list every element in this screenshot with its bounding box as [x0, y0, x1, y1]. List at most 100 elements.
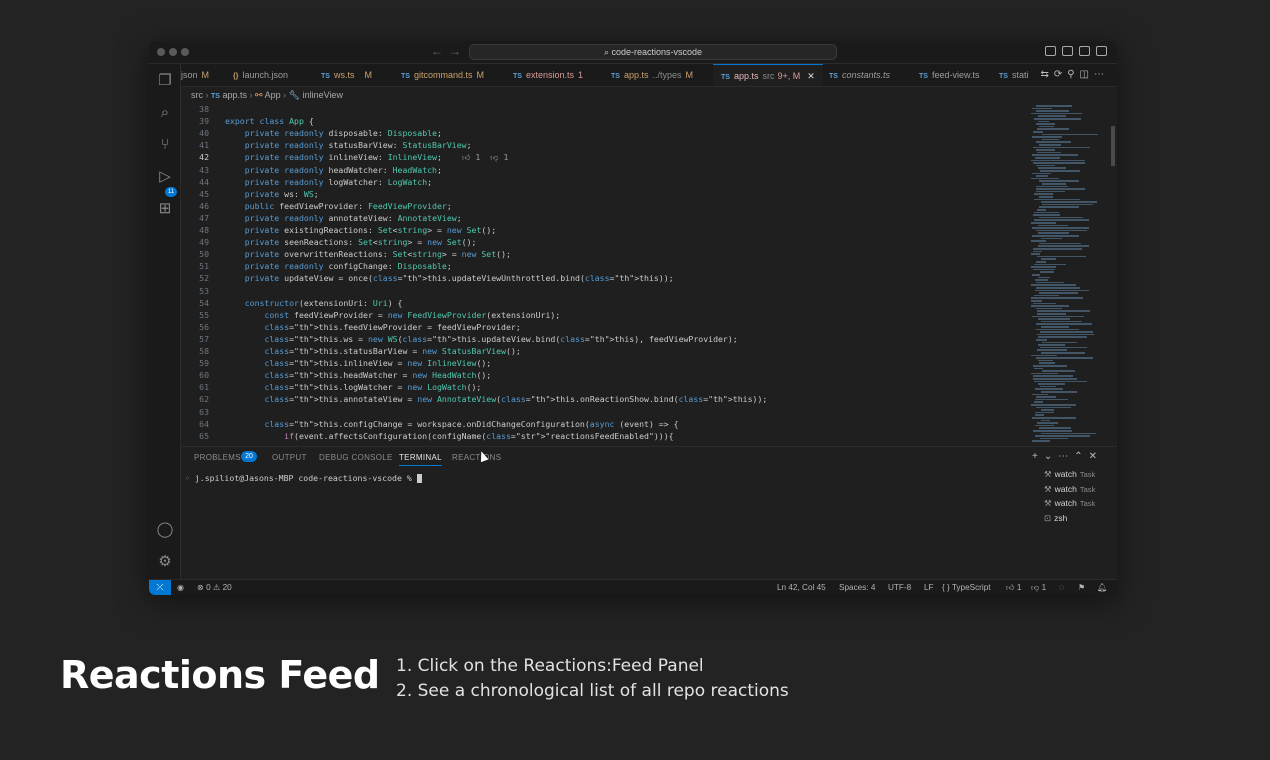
toggle-panel-icon[interactable] — [1062, 46, 1073, 56]
tools-icon: ⚒ — [1044, 483, 1052, 494]
tab-stat[interactable]: TS stati — [999, 64, 1028, 86]
indentation[interactable]: Spaces: 4 — [839, 580, 875, 595]
gear-icon[interactable]: ⚙ — [156, 553, 174, 571]
problems-status[interactable]: ⊗ 0 ⚠ 20 — [197, 580, 232, 595]
tab-output[interactable]: OUTPUT — [272, 453, 307, 462]
tab-app-src[interactable]: TS app.ts src 9+, M ✕ — [713, 64, 823, 86]
close-panel-icon[interactable]: ✕ — [1089, 451, 1103, 462]
breadcrumb-file[interactable]: app.ts — [222, 90, 247, 100]
feedback-icon[interactable]: ⚑ — [1078, 580, 1085, 595]
tab-feed-view[interactable]: TS feed-view.ts — [919, 64, 979, 86]
copilot-icon[interactable]: ◌ — [1059, 580, 1064, 595]
tab-extension[interactable]: TS extension.ts 1 — [513, 64, 583, 86]
minimap[interactable] — [1029, 103, 1111, 446]
extensions-icon[interactable]: ⊞ — [156, 200, 174, 218]
code-text: private updateView = once(class="th">thi… — [244, 273, 674, 284]
account-icon[interactable]: ◯ — [156, 521, 174, 539]
new-terminal-icon[interactable]: + — [1032, 451, 1044, 462]
code-text: const feedViewProvider = new FeedViewPro… — [264, 309, 561, 320]
terminal-item[interactable]: ⚒ watch Task — [1044, 484, 1117, 499]
breadcrumb-src[interactable]: src — [191, 90, 203, 100]
editor-tabs: json M {} launch.json TS ws.ts M TS gitcomman… — [181, 64, 1117, 87]
minimap-line — [1033, 250, 1042, 253]
code-text: class="th">this.annotateView = new Annot… — [264, 394, 768, 405]
run-debug-icon[interactable]: ▷ — [156, 168, 174, 186]
terminal-cursor — [416, 474, 422, 483]
minimize-window-button[interactable] — [169, 48, 177, 56]
terminal-item[interactable]: ⚒ watch Task — [1044, 498, 1117, 513]
minimap-line — [1039, 216, 1083, 219]
minimap-line — [1040, 346, 1087, 349]
minimap-line — [1035, 414, 1044, 416]
tab-problems[interactable]: PROBLEMS — [194, 453, 241, 462]
minimap-line — [1038, 224, 1068, 227]
toggle-sidebar-icon[interactable] — [1045, 46, 1056, 56]
language-mode[interactable]: { } TypeScript — [942, 580, 991, 595]
chevron-down-icon[interactable]: ⌄ — [1044, 451, 1058, 462]
end-of-line[interactable]: LF — [924, 580, 934, 595]
bell-icon[interactable]: 🔔︎ — [1097, 580, 1107, 595]
tab-launch[interactable]: {} launch.json — [233, 64, 288, 86]
minimap-line — [1034, 263, 1066, 266]
search-icon[interactable]: ⌕ — [156, 104, 174, 122]
code-text: class="th">this.headWatcher = new HeadWa… — [264, 370, 492, 381]
explorer-icon[interactable]: ❐ — [156, 72, 174, 90]
preview-icon[interactable]: ⚲ — [1067, 69, 1079, 80]
minimap-line — [1031, 297, 1083, 299]
tab-reactions[interactable]: REACTIONS — [452, 453, 501, 462]
remote-icon[interactable]: ⤫ — [149, 580, 171, 595]
more-icon[interactable]: ⋯ — [1058, 451, 1074, 462]
minimap-line — [1039, 427, 1071, 429]
minimap-line — [1036, 175, 1048, 177]
minimap-line — [1037, 209, 1046, 211]
minimap-line — [1042, 133, 1098, 136]
class-icon: ⚯ — [255, 90, 263, 100]
tab-terminal[interactable]: TERMINAL — [399, 453, 442, 466]
property-icon: 🔧︎ — [288, 90, 301, 100]
minimap-line — [1035, 435, 1090, 437]
toggle-secondary-sidebar-icon[interactable] — [1079, 46, 1090, 56]
compare-icon[interactable]: ⇆ — [1040, 69, 1053, 80]
tab-gitcommand[interactable]: TS gitcommand.ts M — [401, 64, 484, 86]
eye-icon[interactable]: ◉ — [177, 580, 184, 595]
code-editor[interactable]: 38 39 export class App {40 private readonl… — [181, 103, 1029, 446]
minimap-line — [1032, 393, 1048, 396]
code-text: private existingReactions: Set<string> =… — [244, 225, 497, 235]
error-icon: ⊗ — [197, 583, 207, 592]
cursor-position[interactable]: Ln 42, Col 45 — [777, 580, 826, 595]
close-window-button[interactable] — [157, 48, 165, 56]
more-actions-icon[interactable]: ⋯ — [1094, 69, 1109, 80]
terminal-item[interactable]: ⊡ zsh — [1044, 513, 1117, 528]
editor-scrollbar[interactable] — [1111, 126, 1115, 166]
command-center-search[interactable]: ⌕ code-reactions-vscode — [469, 44, 837, 60]
minimap-line — [1033, 146, 1090, 149]
forward-arrow-icon[interactable]: → — [449, 44, 461, 58]
tab-json[interactable]: json M — [181, 64, 209, 86]
breadcrumb-class[interactable]: App — [265, 90, 281, 100]
minimap-line — [1039, 362, 1055, 364]
back-arrow-icon[interactable]: ← — [431, 44, 443, 58]
minimap-line — [1032, 440, 1050, 442]
split-editor-icon[interactable]: ◫ — [1080, 69, 1094, 80]
reaction-down-status[interactable]: 👎︎ 1 — [1031, 580, 1046, 595]
terminal-output[interactable]: ◦ j.spiliot@Jasons-MBP code-reactions-vs… — [185, 473, 422, 483]
source-control-icon[interactable]: ⑂ — [156, 136, 174, 154]
encoding[interactable]: UTF-8 — [888, 580, 911, 595]
sync-icon[interactable]: ⟳ — [1054, 69, 1067, 80]
terminal-item[interactable]: ⚒ watch Task — [1044, 469, 1117, 484]
line-number: 56 — [199, 321, 209, 332]
line-number: 44 — [199, 176, 209, 187]
tab-constants[interactable]: TS constants.ts — [829, 64, 890, 86]
customize-layout-icon[interactable] — [1096, 46, 1107, 56]
tab-app-types[interactable]: TS app.ts ../types M — [611, 64, 693, 86]
activity-bar: ❐ ⌕ ⑂ 11 ▷ ⊞ ◯ ⚙ — [149, 64, 181, 579]
breadcrumb-member[interactable]: inlineView — [303, 90, 343, 100]
reaction-up-status[interactable]: 👍︎ 1 — [1006, 580, 1021, 595]
close-tab-icon[interactable]: ✕ — [807, 71, 815, 81]
minimap-line — [1042, 370, 1075, 372]
tab-ws[interactable]: TS ws.ts M — [321, 64, 372, 86]
inline-reactions[interactable]: 👍︎ 1 👎︎ 1 — [462, 152, 508, 162]
tab-debug-console[interactable]: DEBUG CONSOLE — [319, 453, 393, 462]
maximize-panel-icon[interactable]: ⌃ — [1074, 451, 1088, 462]
maximize-window-button[interactable] — [181, 48, 189, 56]
